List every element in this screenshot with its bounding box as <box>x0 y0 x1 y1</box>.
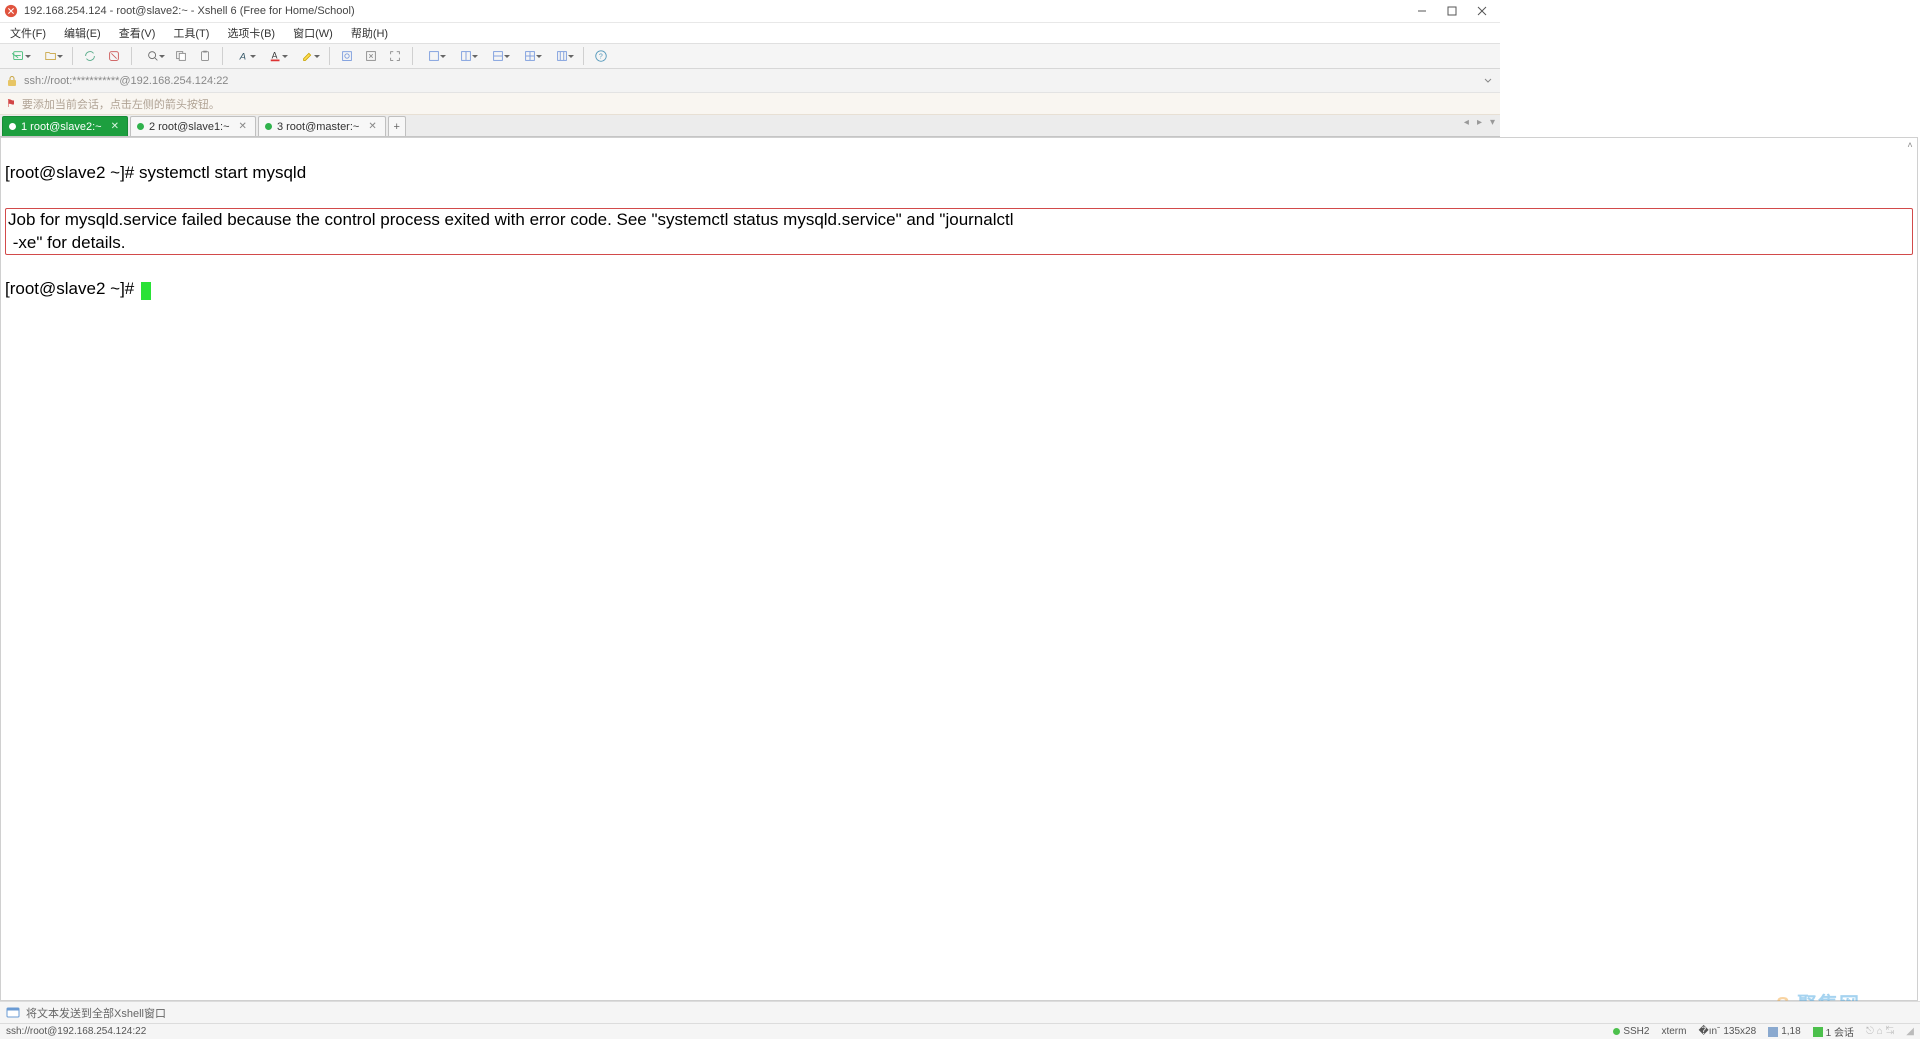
reconnect-icon[interactable] <box>79 45 101 67</box>
disconnect-icon[interactable] <box>103 45 125 67</box>
tab-nav: ◂ ▸ ▾ <box>1461 117 1498 128</box>
open-icon[interactable] <box>36 45 66 67</box>
terminal-line: -xe" for details. <box>8 233 126 252</box>
toolbar-separator <box>583 47 584 65</box>
status-size-label: 135x28 <box>1723 1026 1756 1037</box>
toolbar-separator <box>329 47 330 65</box>
tab-menu-icon[interactable]: ▾ <box>1487 117 1498 128</box>
session-tab-master[interactable]: 3 root@master:~ ✕ <box>258 116 386 136</box>
status-pos: 1,18 <box>1768 1026 1800 1037</box>
rows-icon <box>1768 1027 1778 1037</box>
hint-bar: ⚑ 要添加当前会话，点击左侧的箭头按钮。 <box>0 93 1500 115</box>
status-sessions: 1 会话 <box>1813 1024 1854 1039</box>
error-highlight-box: Job for mysqld.service failed because th… <box>5 208 1913 255</box>
lock-icon <box>6 75 18 87</box>
zoom-fit-icon[interactable] <box>360 45 382 67</box>
layout-grid-icon[interactable] <box>515 45 545 67</box>
close-button[interactable] <box>1476 5 1488 17</box>
toolbar-separator <box>222 47 223 65</box>
status-bar: ssh://root@192.168.254.124:22 SSH2 xterm… <box>0 1023 1920 1039</box>
layout-many-icon[interactable] <box>547 45 577 67</box>
menubar: 文件(F) 编辑(E) 查看(V) 工具(T) 选项卡(B) 窗口(W) 帮助(… <box>0 23 1500 43</box>
status-ssh: SSH2 <box>1613 1026 1649 1037</box>
status-dot-icon <box>137 123 144 130</box>
search-icon[interactable] <box>138 45 168 67</box>
menu-window[interactable]: 窗口(W) <box>289 24 337 42</box>
session-tab-slave1[interactable]: 2 root@slave1:~ ✕ <box>130 116 256 136</box>
fullscreen-icon[interactable] <box>384 45 406 67</box>
svg-text:A: A <box>239 52 246 63</box>
minimize-button[interactable] <box>1416 5 1428 17</box>
address-bar[interactable]: ssh://root:***********@192.168.254.124:2… <box>0 69 1500 93</box>
paste-icon[interactable] <box>194 45 216 67</box>
svg-text:A: A <box>272 51 278 61</box>
window-title: 192.168.254.124 - root@slave2:~ - Xshell… <box>24 5 1416 17</box>
address-text: ssh://root:***********@192.168.254.124:2… <box>24 75 1476 87</box>
broadcast-icon <box>6 1006 20 1020</box>
tab-label: 3 root@master:~ <box>277 121 359 133</box>
status-rows-label: 1,18 <box>1781 1026 1800 1037</box>
status-dot-icon <box>9 123 16 130</box>
menu-tools[interactable]: 工具(T) <box>169 24 213 42</box>
menu-help[interactable]: 帮助(H) <box>347 24 392 42</box>
status-resize-grip-icon[interactable]: ◢ <box>1906 1026 1914 1037</box>
help-icon[interactable]: ? <box>590 45 612 67</box>
terminal-pane[interactable]: ˄ [root@slave2 ~]# systemctl start mysql… <box>0 137 1918 1001</box>
toolbar-separator <box>131 47 132 65</box>
layout-horiz-icon[interactable] <box>483 45 513 67</box>
menu-view[interactable]: 查看(V) <box>115 24 160 42</box>
toolbar-separator <box>72 47 73 65</box>
svg-text:?: ? <box>599 54 603 61</box>
toolbar-separator <box>412 47 413 65</box>
close-icon[interactable]: ✕ <box>111 121 119 132</box>
highlighter-icon[interactable] <box>293 45 323 67</box>
hint-text: 要添加当前会话，点击左侧的箭头按钮。 <box>22 96 220 112</box>
color-icon[interactable]: A <box>261 45 291 67</box>
tab-label: 1 root@slave2:~ <box>21 121 102 133</box>
send-to-all-bar[interactable]: 将文本发送到全部Xshell窗口 <box>0 1001 1920 1023</box>
send-text: 将文本发送到全部Xshell窗口 <box>26 1005 166 1021</box>
maximize-button[interactable] <box>1446 5 1458 17</box>
status-size: �ınˉ 135x28 <box>1698 1026 1756 1037</box>
scroll-up-icon[interactable]: ˄ <box>1903 138 1917 152</box>
menu-tabs[interactable]: 选项卡(B) <box>223 24 279 42</box>
find-icon[interactable] <box>336 45 358 67</box>
toolbar: A A ? <box>0 43 1500 69</box>
chevron-down-icon[interactable] <box>1482 75 1494 87</box>
close-icon[interactable]: ✕ <box>239 121 247 132</box>
copy-icon[interactable] <box>170 45 192 67</box>
titlebar: 192.168.254.124 - root@slave2:~ - Xshell… <box>0 0 1500 23</box>
session-tabstrip: 1 root@slave2:~ ✕ 2 root@slave1:~ ✕ 3 ro… <box>0 115 1500 137</box>
cursor-icon <box>141 282 151 300</box>
terminal-line: [root@slave2 ~]# systemctl start mysqld <box>5 162 1913 184</box>
session-tab-slave2[interactable]: 1 root@slave2:~ ✕ <box>2 116 128 136</box>
status-dot-icon <box>265 123 272 130</box>
menu-file[interactable]: 文件(F) <box>6 24 50 42</box>
terminal-line: Job for mysqld.service failed because th… <box>8 210 1014 229</box>
layout-single-icon[interactable] <box>419 45 449 67</box>
status-caps: ⎋ ⌂ ↹ <box>1866 1026 1894 1037</box>
status-ssh-label: SSH2 <box>1623 1026 1649 1037</box>
sessions-icon <box>1813 1027 1823 1037</box>
tab-label: 2 root@slave1:~ <box>149 121 230 133</box>
layout-vert-icon[interactable] <box>451 45 481 67</box>
status-connection: ssh://root@192.168.254.124:22 <box>6 1026 146 1037</box>
app-icon <box>4 4 18 18</box>
font-icon[interactable]: A <box>229 45 259 67</box>
close-icon[interactable]: ✕ <box>368 121 376 132</box>
tab-next-icon[interactable]: ▸ <box>1474 117 1485 128</box>
led-icon <box>1613 1028 1620 1035</box>
tab-prev-icon[interactable]: ◂ <box>1461 117 1472 128</box>
menu-edit[interactable]: 编辑(E) <box>60 24 105 42</box>
terminal-line: [root@slave2 ~]# <box>5 279 139 298</box>
new-tab-button[interactable]: + <box>388 116 406 136</box>
terminal-output: [root@slave2 ~]# systemctl start mysqld … <box>1 138 1917 327</box>
window-controls <box>1416 5 1496 17</box>
flag-icon: ⚑ <box>6 97 16 110</box>
status-sessions-label: 1 会话 <box>1826 1024 1854 1039</box>
status-term: xterm <box>1661 1026 1686 1037</box>
new-session-icon[interactable] <box>4 45 34 67</box>
